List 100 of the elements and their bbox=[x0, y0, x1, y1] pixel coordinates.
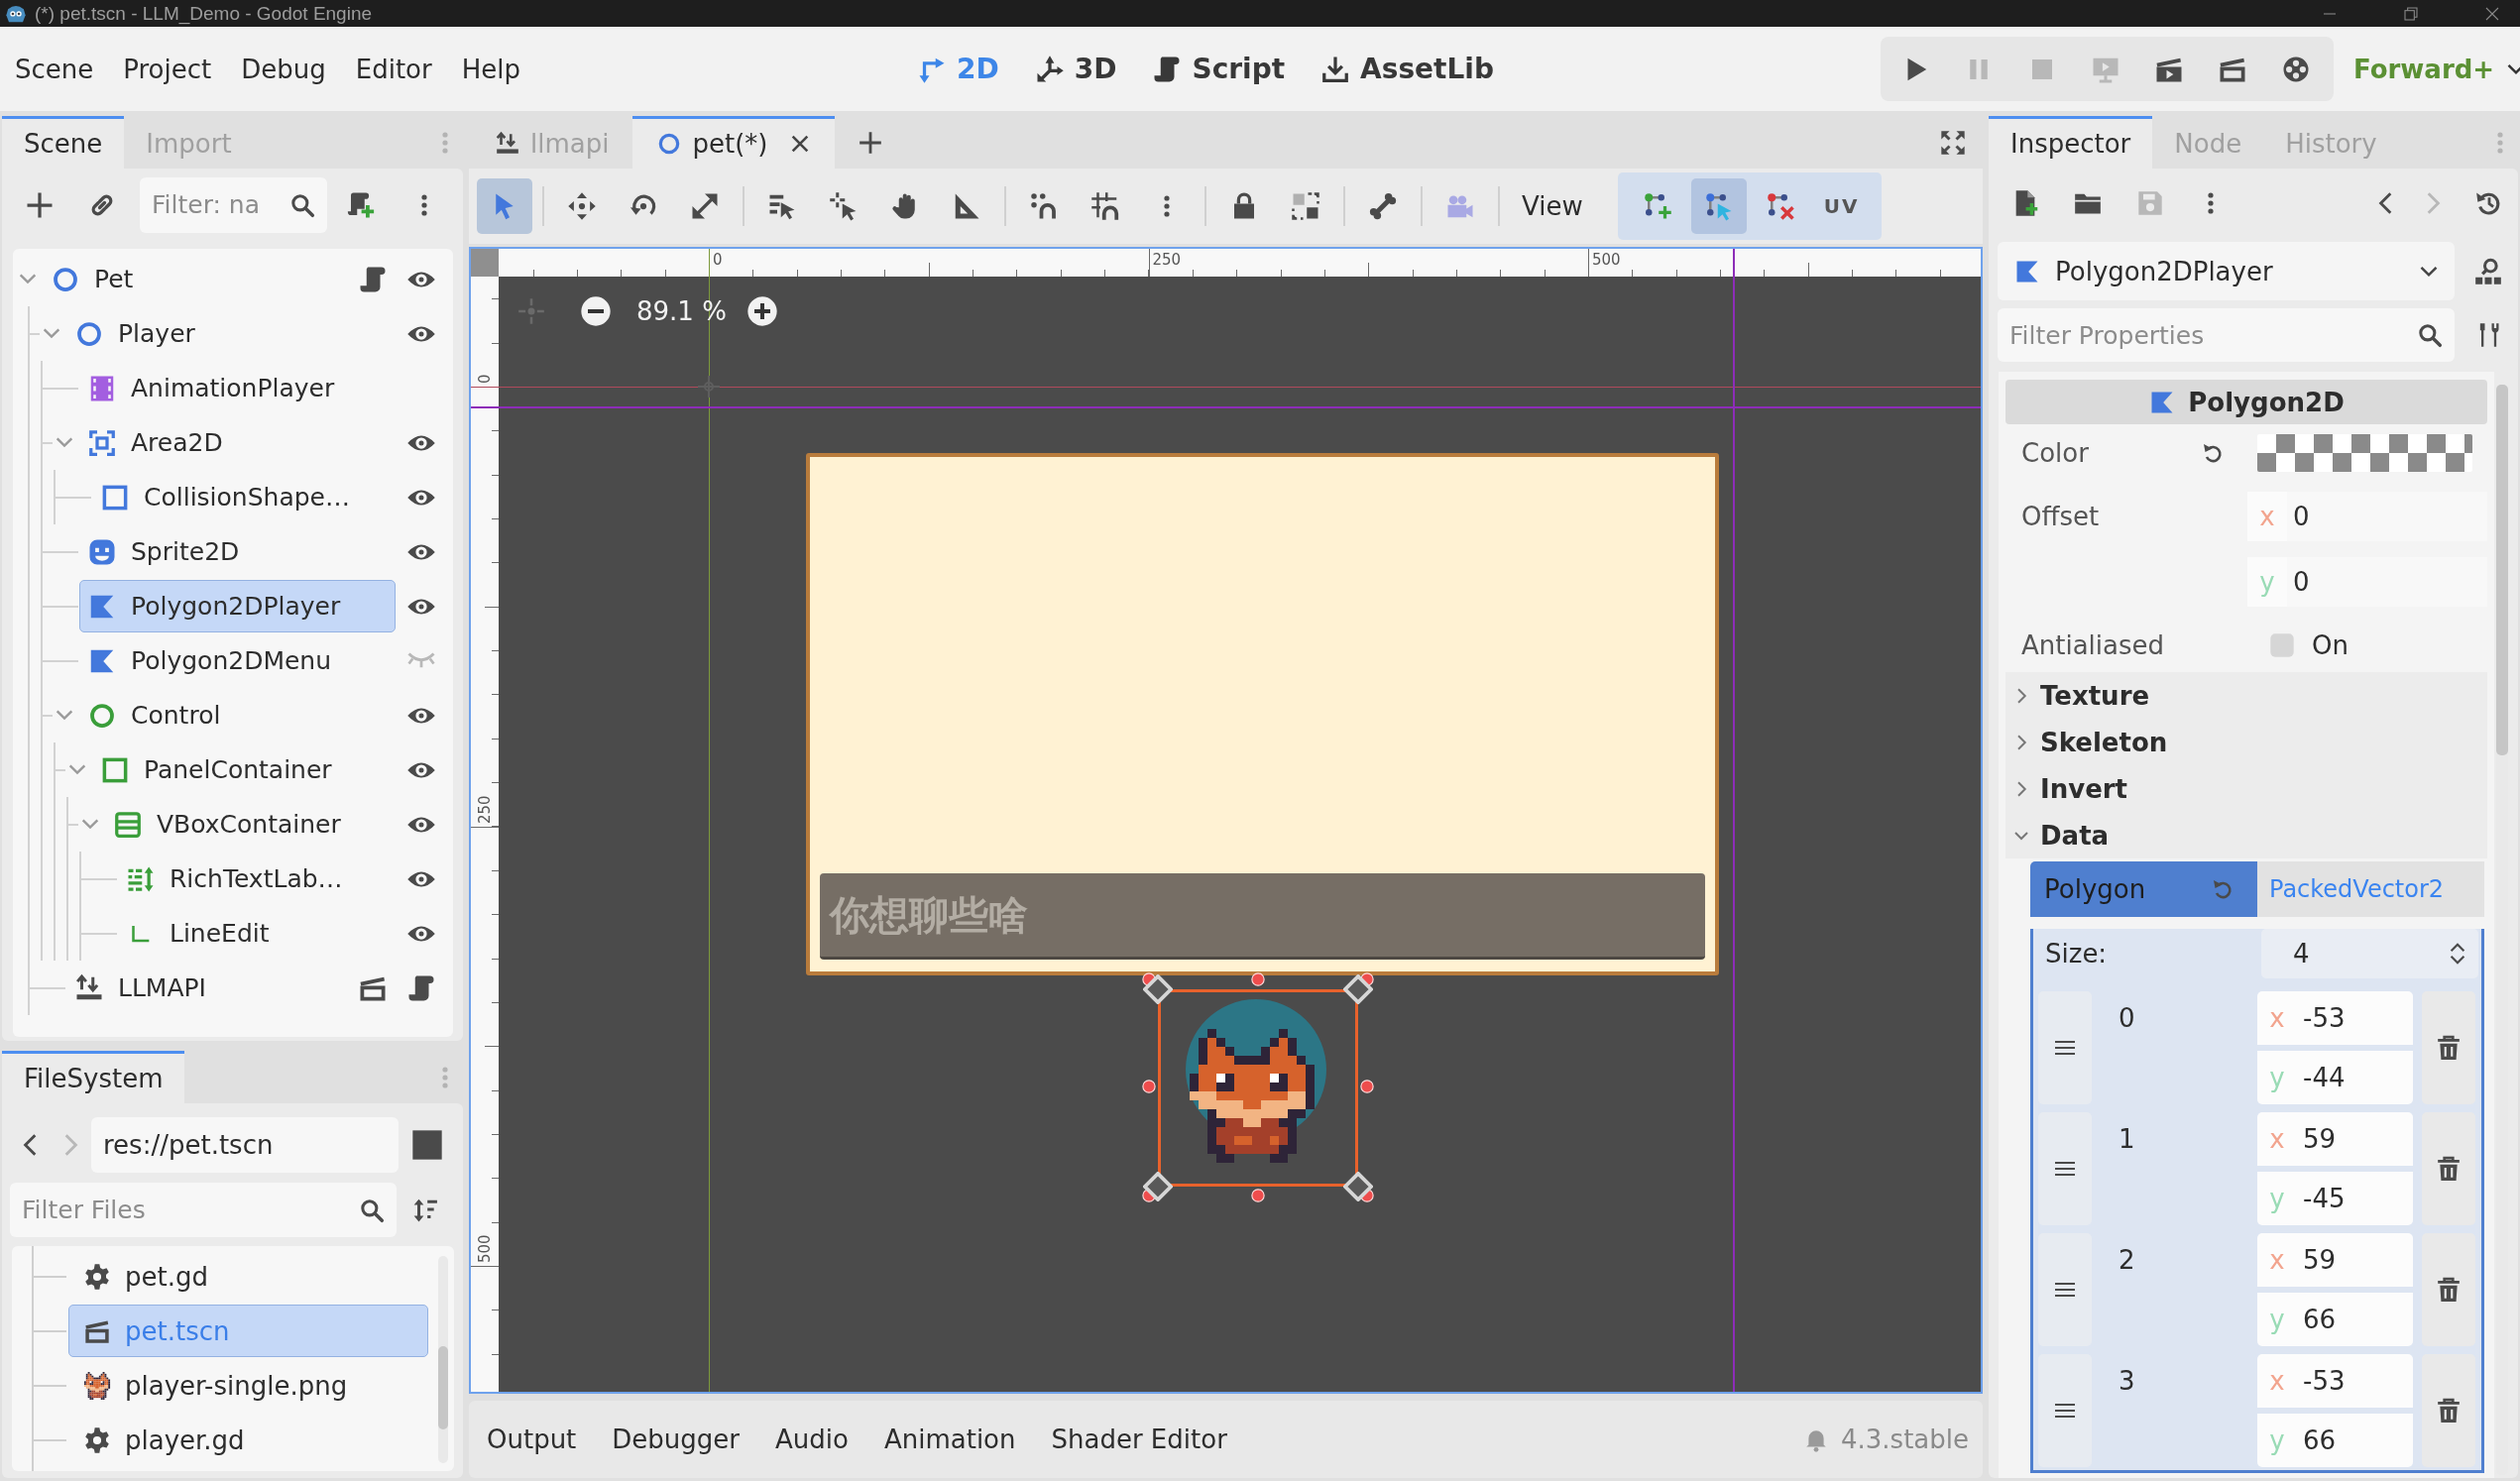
zoom-out-icon[interactable] bbox=[580, 295, 612, 327]
menu-item[interactable]: Help bbox=[446, 44, 535, 94]
text-input-field: 你想聊些啥 bbox=[820, 873, 1705, 960]
object-selector[interactable]: Polygon2DPlayer bbox=[1998, 242, 2455, 300]
tree-item[interactable]: Player bbox=[66, 307, 396, 360]
delete-button[interactable] bbox=[2422, 1233, 2475, 1346]
menu-item[interactable]: Project bbox=[108, 44, 227, 94]
delete-button[interactable] bbox=[2422, 1112, 2475, 1225]
vertex-handle-icon[interactable] bbox=[1343, 1172, 1373, 1201]
delete-button[interactable] bbox=[2422, 1354, 2475, 1467]
menu-item[interactable]: Editor bbox=[340, 44, 447, 94]
workspace-button[interactable]: Script bbox=[1134, 41, 1304, 97]
tab[interactable]: FileSystem bbox=[2, 1051, 185, 1103]
property-label: Color bbox=[2021, 438, 2089, 468]
drag-handle-button[interactable] bbox=[2038, 1112, 2092, 1225]
file-item[interactable]: player-single.png bbox=[68, 1359, 428, 1412]
tree-item[interactable]: CollisionShape… bbox=[92, 471, 396, 523]
menu-item[interactable]: Debug bbox=[226, 44, 341, 94]
select-point-button[interactable] bbox=[1690, 178, 1747, 234]
file-item[interactable]: player.gd bbox=[68, 1414, 428, 1466]
number-field[interactable]: -53 bbox=[2297, 991, 2413, 1045]
tree-item[interactable]: Control bbox=[79, 689, 396, 741]
spinbox-field[interactable]: 4 bbox=[2261, 929, 2478, 978]
workspace-button[interactable]: 3D bbox=[1016, 41, 1135, 97]
tree-item[interactable]: LLMAPI bbox=[66, 962, 347, 1014]
tree-item[interactable]: Polygon2DMenu bbox=[79, 634, 396, 687]
panel-tab[interactable]: Shader Editor bbox=[1033, 1412, 1245, 1467]
tab[interactable]: Scene bbox=[2, 116, 125, 169]
drag-handle-button[interactable] bbox=[2038, 1233, 2092, 1346]
section-header[interactable]: Texture bbox=[2005, 672, 2487, 719]
resize-handle-icon[interactable] bbox=[1251, 972, 1265, 986]
view-menu-button[interactable]: View bbox=[1510, 178, 1595, 234]
section-header[interactable]: Invert bbox=[2005, 765, 2487, 812]
tree-item[interactable]: RichTextLab… bbox=[118, 853, 396, 905]
tree-item[interactable]: Pet bbox=[43, 253, 347, 305]
tree-item[interactable]: PanelContainer bbox=[92, 743, 396, 796]
fullscreen-icon[interactable] bbox=[1939, 128, 1967, 157]
tree-item[interactable]: LineEdit bbox=[118, 907, 396, 960]
uv-editor-button[interactable]: UV bbox=[1813, 178, 1870, 234]
file-item[interactable]: pet.gd bbox=[68, 1250, 428, 1303]
scrollbar-thumb[interactable] bbox=[438, 1346, 448, 1429]
square-icon[interactable] bbox=[411, 1129, 443, 1161]
filter-field[interactable]: Filter Properties bbox=[1998, 308, 2455, 362]
search-icon[interactable] bbox=[2417, 322, 2443, 348]
property-label: Antialiased bbox=[2021, 630, 2165, 660]
scrollbar[interactable] bbox=[438, 1256, 448, 1463]
number-field[interactable]: -44 bbox=[2297, 1051, 2413, 1104]
zoom-level[interactable]: 89.1 % bbox=[636, 296, 727, 326]
group-squares-icon[interactable] bbox=[1291, 191, 1320, 221]
fox-icon bbox=[83, 1371, 111, 1400]
point-select-icon bbox=[1703, 191, 1734, 221]
property-label: Polygon bbox=[2044, 874, 2146, 904]
restore-icon[interactable] bbox=[2403, 5, 2419, 22]
checkbox[interactable]: On bbox=[2268, 630, 2487, 660]
tab[interactable]: Inspector bbox=[1989, 116, 2153, 169]
delete-button[interactable] bbox=[2422, 991, 2475, 1104]
tree-item[interactable]: VBoxContainer bbox=[105, 798, 396, 851]
zoom-in-icon[interactable] bbox=[745, 295, 778, 327]
tree-item[interactable]: Sprite2D bbox=[79, 525, 396, 578]
snap-magnet-icon[interactable] bbox=[1029, 191, 1059, 221]
number-field[interactable]: 59 bbox=[2297, 1112, 2413, 1166]
close-icon[interactable] bbox=[2484, 5, 2500, 22]
canvas-viewport[interactable]: 你想聊些啥 0 250 500 0 250 500 89.1 % bbox=[469, 247, 1983, 1394]
grid-magnet-icon[interactable] bbox=[1090, 191, 1120, 221]
number-field[interactable]: -53 bbox=[2297, 1354, 2413, 1408]
editor-tab[interactable]: pet(*) bbox=[632, 116, 836, 169]
filter-field[interactable]: Filter Files bbox=[10, 1183, 397, 1237]
resize-handle-icon[interactable] bbox=[1142, 1080, 1156, 1093]
search-icon[interactable] bbox=[289, 191, 315, 218]
number-field[interactable]: 59 bbox=[2297, 1233, 2413, 1287]
plus-icon[interactable] bbox=[858, 129, 884, 156]
number-field[interactable]: 0 bbox=[2287, 557, 2487, 607]
drag-handle-button[interactable] bbox=[2038, 991, 2092, 1104]
number-field[interactable]: 0 bbox=[2287, 492, 2487, 541]
magnifier-icon[interactable] bbox=[2474, 256, 2502, 286]
number-field[interactable]: 66 bbox=[2297, 1414, 2413, 1467]
path-field[interactable]: res://pet.tscn bbox=[91, 1117, 399, 1173]
filter-field[interactable]: Filter: na bbox=[140, 176, 327, 233]
bone-icon[interactable] bbox=[1368, 191, 1398, 221]
vertex-handle-icon[interactable] bbox=[1143, 1172, 1173, 1201]
panel-tab[interactable]: Debugger bbox=[594, 1412, 758, 1467]
drag-handle-button[interactable] bbox=[2038, 1354, 2092, 1467]
number-field[interactable]: -45 bbox=[2297, 1172, 2413, 1225]
number-field[interactable]: 66 bbox=[2297, 1293, 2413, 1346]
workspace-button[interactable]: AssetLib bbox=[1303, 41, 1512, 97]
resize-handle-icon[interactable] bbox=[1251, 1189, 1265, 1202]
menu-item[interactable]: Scene bbox=[0, 44, 109, 94]
section-header[interactable]: Skeleton bbox=[2005, 719, 2487, 765]
tree-item[interactable]: Area2D bbox=[79, 416, 396, 469]
section-header[interactable]: Data bbox=[2005, 812, 2487, 858]
search-icon[interactable] bbox=[359, 1196, 385, 1223]
tree-item[interactable]: AnimationPlayer bbox=[79, 362, 425, 414]
scrollbar-thumb[interactable] bbox=[2496, 385, 2508, 755]
panel-tab[interactable]: Output bbox=[469, 1412, 595, 1467]
resize-handle-icon[interactable] bbox=[1360, 1080, 1374, 1093]
origin-cross-icon bbox=[697, 375, 721, 399]
panel-tab[interactable]: Audio bbox=[757, 1412, 866, 1467]
color-picker-button[interactable] bbox=[2257, 434, 2472, 472]
tree-item[interactable]: Polygon2DPlayer bbox=[79, 580, 396, 632]
panel-tab[interactable]: Animation bbox=[865, 1412, 1034, 1467]
